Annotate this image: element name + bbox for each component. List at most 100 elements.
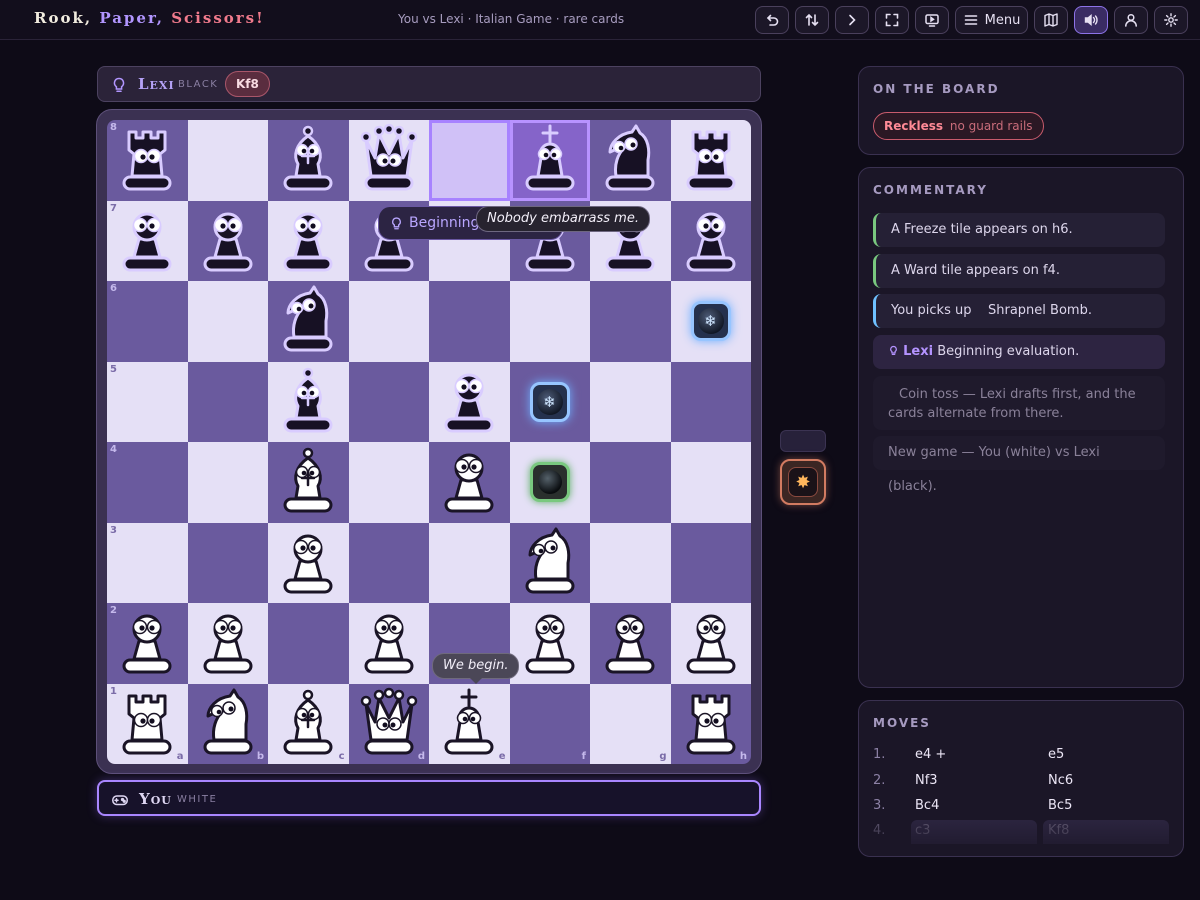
menu-button[interactable]: Menu [955,6,1028,34]
black-rook-piece[interactable] [671,120,752,201]
undo-button[interactable] [755,6,789,34]
white-rook-piece[interactable] [671,684,752,765]
next-button[interactable] [835,6,869,34]
white-bishop-piece[interactable] [268,442,349,523]
square-a5[interactable]: 5 [107,361,188,442]
square-e8[interactable] [429,120,510,201]
square-a1[interactable]: 1a [107,683,188,765]
square-d8[interactable] [348,120,430,201]
white-pawn-piece[interactable] [349,603,430,684]
move-row[interactable]: 4. c3 Kf8 [873,820,1173,844]
square-b7[interactable] [187,200,269,282]
square-h5[interactable] [670,361,751,442]
move-row[interactable]: 2. Nf3 Nc6 [873,770,1173,792]
black-move[interactable]: Nc6 [1048,773,1073,788]
white-move[interactable]: c3 [915,823,930,838]
square-b8[interactable] [187,120,268,201]
sound-button[interactable] [1074,6,1108,34]
shrapnel-bomb-card[interactable]: ✸ [780,459,826,505]
square-a7[interactable]: 7 [107,200,188,282]
profile-button[interactable] [1114,6,1148,34]
settings-button[interactable] [1154,6,1188,34]
square-a8[interactable]: 8 [107,120,188,201]
square-d2[interactable] [348,603,430,684]
square-f4[interactable] [509,442,590,523]
black-move[interactable]: Bc5 [1048,798,1072,813]
white-knight-piece[interactable] [188,684,269,765]
white-pawn-piece[interactable] [188,603,269,684]
square-c2[interactable] [268,603,349,684]
square-a2[interactable]: 2 [107,603,188,684]
broadcast-button[interactable] [915,6,949,34]
map-button[interactable] [1034,6,1068,34]
square-g4[interactable] [590,442,671,523]
square-e3[interactable] [429,522,510,603]
square-b6[interactable] [187,281,268,362]
square-g3[interactable] [590,522,671,603]
white-bishop-piece[interactable] [268,684,349,765]
fullscreen-button[interactable] [875,6,909,34]
empty-card-slot[interactable] [780,430,826,452]
square-c7[interactable] [268,200,349,281]
square-f5[interactable]: ❄ [509,361,590,442]
square-b5[interactable] [187,361,268,442]
black-pawn-piece[interactable] [188,201,269,282]
square-h6[interactable]: ❄ [670,281,751,362]
black-pawn-piece[interactable] [429,362,510,443]
square-h8[interactable] [670,120,752,201]
square-b4[interactable] [187,442,268,523]
square-e5[interactable] [429,361,510,443]
white-move[interactable]: e4 + [915,747,946,762]
square-e1[interactable]: e [429,683,510,765]
white-move[interactable]: Bc4 [915,798,939,813]
white-rook-piece[interactable] [107,684,188,765]
black-bishop-piece[interactable] [268,362,349,443]
black-pawn-piece[interactable] [671,201,752,282]
square-d3[interactable] [348,522,429,603]
square-d5[interactable] [348,361,429,442]
white-pawn-piece[interactable] [510,603,591,684]
reckless-tag[interactable]: Reckless no guard rails [873,112,1044,140]
white-pawn-piece[interactable] [268,523,349,604]
black-rook-piece[interactable] [107,120,188,201]
flip-board-button[interactable] [795,6,829,34]
black-knight-piece[interactable] [590,120,671,201]
square-b3[interactable] [187,522,268,603]
square-g2[interactable] [590,603,671,684]
square-c3[interactable] [268,522,349,604]
square-c1[interactable]: c [268,683,349,765]
black-queen-piece[interactable] [349,120,430,201]
square-f3[interactable] [509,522,591,604]
square-a6[interactable]: 6 [107,281,188,362]
square-h4[interactable] [670,442,751,523]
square-g6[interactable] [590,281,671,362]
square-d6[interactable] [348,281,429,362]
square-a4[interactable]: 4 [107,442,188,523]
white-pawn-piece[interactable] [590,603,671,684]
move-row[interactable]: 3. Bc4 Bc5 [873,795,1173,817]
square-e4[interactable] [429,442,510,523]
square-f6[interactable] [509,281,590,362]
square-a3[interactable]: 3 [107,522,188,603]
white-knight-piece[interactable] [510,523,591,604]
white-pawn-piece[interactable] [671,603,752,684]
black-move[interactable]: e5 [1048,747,1064,762]
white-king-piece[interactable] [429,684,510,765]
square-d1[interactable]: d [348,683,430,765]
square-c8[interactable] [268,120,349,201]
black-knight-piece[interactable] [268,281,349,362]
square-c5[interactable] [268,361,349,443]
black-pawn-piece[interactable] [107,201,188,282]
square-f1[interactable]: f [509,683,590,764]
white-queen-piece[interactable] [349,684,430,765]
square-b2[interactable] [187,603,269,684]
square-h3[interactable] [670,522,751,603]
black-king-piece[interactable] [510,120,591,201]
app-logo[interactable]: Rook, Paper, Scissors! [34,9,265,27]
square-f2[interactable] [509,603,591,684]
square-g1[interactable]: g [590,683,671,764]
square-h1[interactable]: h [670,683,752,765]
move-row[interactable]: 1. e4 + e5 [873,744,1173,766]
square-e6[interactable] [429,281,510,362]
black-move[interactable]: Kf8 [1048,823,1069,838]
